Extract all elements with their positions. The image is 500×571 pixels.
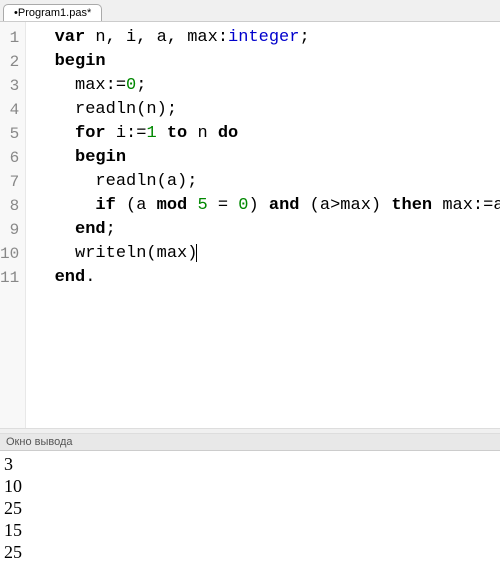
code-line[interactable]: readln(n); xyxy=(34,98,500,122)
output-line: 25 xyxy=(4,497,496,519)
code-line[interactable]: readln(a); xyxy=(34,170,500,194)
code-line[interactable]: writeln(max) xyxy=(34,242,500,266)
code-line[interactable]: for i:=1 to n do xyxy=(34,122,500,146)
output-panel[interactable]: 310251525 xyxy=(0,451,500,571)
code-line[interactable]: end; xyxy=(34,218,500,242)
line-number: 10 xyxy=(0,242,19,266)
editor-area: 1234567891011 var n, i, a, max:integer; … xyxy=(0,22,500,428)
output-panel-header: Окно вывода xyxy=(0,434,500,451)
text-cursor xyxy=(196,244,197,262)
code-line[interactable]: end. xyxy=(34,266,500,290)
line-number: 2 xyxy=(0,50,19,74)
output-line: 10 xyxy=(4,475,496,497)
line-number-gutter: 1234567891011 xyxy=(0,22,26,428)
output-line: 15 xyxy=(4,519,496,541)
line-number: 3 xyxy=(0,74,19,98)
line-number: 4 xyxy=(0,98,19,122)
output-line: 25 xyxy=(4,541,496,563)
code-line[interactable]: if (a mod 5 = 0) and (a>max) then max:=a… xyxy=(34,194,500,218)
code-editor[interactable]: var n, i, a, max:integer; begin max:=0; … xyxy=(26,22,500,428)
line-number: 9 xyxy=(0,218,19,242)
line-number: 11 xyxy=(0,266,19,290)
line-number: 8 xyxy=(0,194,19,218)
code-line[interactable]: begin xyxy=(34,146,500,170)
tab-bar: •Program1.pas* xyxy=(0,0,500,22)
code-line[interactable]: max:=0; xyxy=(34,74,500,98)
file-tab[interactable]: •Program1.pas* xyxy=(3,4,102,21)
line-number: 5 xyxy=(0,122,19,146)
line-number: 1 xyxy=(0,26,19,50)
line-number: 7 xyxy=(0,170,19,194)
code-line[interactable]: var n, i, a, max:integer; xyxy=(34,26,500,50)
output-line: 3 xyxy=(4,453,496,475)
line-number: 6 xyxy=(0,146,19,170)
code-line[interactable]: begin xyxy=(34,50,500,74)
